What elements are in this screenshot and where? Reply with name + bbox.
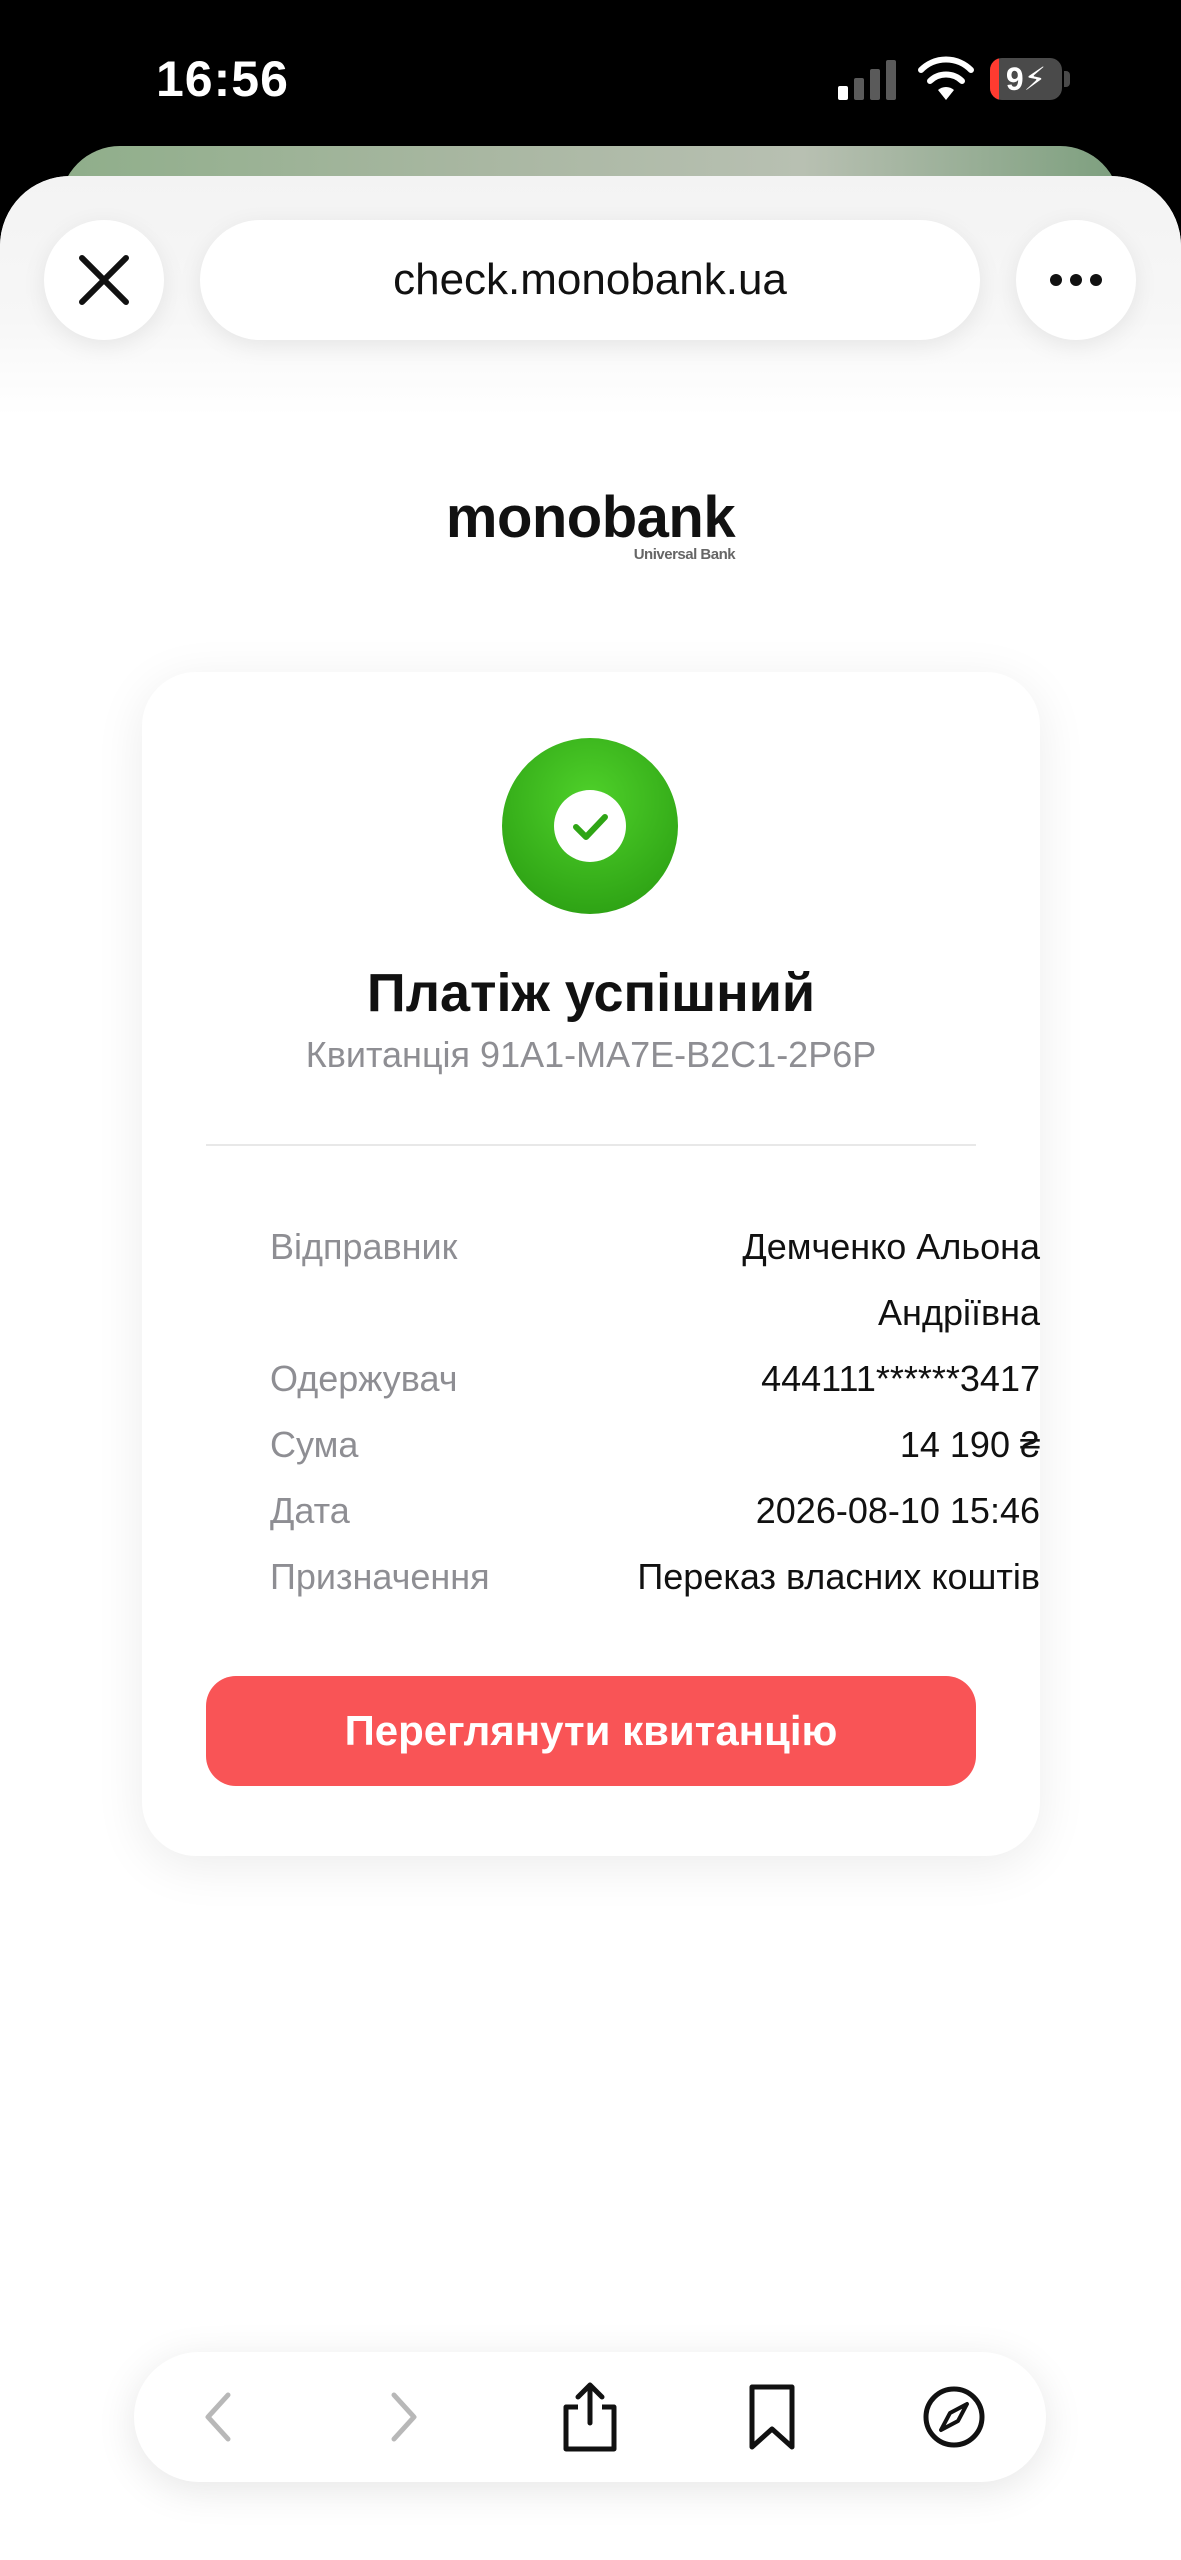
- bookmarks-icon[interactable]: [732, 2377, 812, 2457]
- success-badge: [502, 738, 678, 914]
- back-icon[interactable]: [180, 2377, 260, 2457]
- cellular-signal-icon: [838, 60, 896, 100]
- url-text: check.monobank.ua: [393, 255, 787, 304]
- row-value: 444111******3417: [761, 1358, 1040, 1399]
- row-value: 14 190 ₴: [899, 1424, 1040, 1465]
- forward-icon[interactable]: [362, 2377, 442, 2457]
- receipt-number: Квитанція 91A1-MA7E-B2C1-2P6P: [305, 1034, 877, 1075]
- monobank-logo: monobank Universal Bank: [0, 484, 1181, 563]
- row-recipient: Одержувач 444111******3417: [270, 1346, 1040, 1412]
- battery-indicator: 9⚡: [990, 58, 1072, 102]
- divider: [206, 1144, 976, 1146]
- status-time: 16:56: [156, 51, 289, 107]
- row-label: Відправник: [270, 1226, 458, 1267]
- more-icon: [1050, 274, 1102, 286]
- view-receipt-button[interactable]: Переглянути квитанцію: [206, 1676, 976, 1786]
- close-button[interactable]: [44, 220, 164, 340]
- wifi-icon: [918, 56, 974, 100]
- row-date: Дата 2026-08-10 15:46: [270, 1478, 1040, 1544]
- row-value: Переказ власних коштів: [637, 1556, 1040, 1597]
- row-value: 2026-08-10 15:46: [755, 1490, 1040, 1531]
- compass-icon[interactable]: [914, 2377, 994, 2457]
- row-label: Одержувач: [270, 1358, 458, 1399]
- row-label: Сума: [270, 1424, 359, 1465]
- row-label: Дата: [270, 1490, 350, 1531]
- brand-name: monobank: [445, 485, 736, 550]
- row-label: Призначення: [270, 1556, 490, 1597]
- sender-name-line1: Демченко Альона: [742, 1226, 1040, 1267]
- close-icon: [79, 255, 129, 305]
- payment-status-title: Платіж успішний: [366, 963, 816, 1023]
- row-purpose: Призначення Переказ власних коштів: [270, 1544, 1040, 1610]
- more-button[interactable]: [1016, 220, 1136, 340]
- checkmark-icon: [573, 814, 608, 840]
- row-sender: Відправник Демченко Альона Андріївна: [270, 1214, 1040, 1346]
- row-amount: Сума 14 190 ₴: [270, 1412, 1040, 1478]
- share-icon[interactable]: [550, 2377, 630, 2457]
- url-bar[interactable]: check.monobank.ua: [200, 220, 980, 340]
- browser-toolbar: [134, 2352, 1046, 2482]
- status-bar: 16:56 9⚡: [0, 0, 1181, 150]
- sender-name-line2: Андріївна: [878, 1292, 1040, 1333]
- battery-level-text: 9⚡: [1005, 61, 1047, 97]
- row-value: Демченко Альона Андріївна: [742, 1214, 1040, 1346]
- brand-tagline: Universal Bank: [633, 546, 736, 563]
